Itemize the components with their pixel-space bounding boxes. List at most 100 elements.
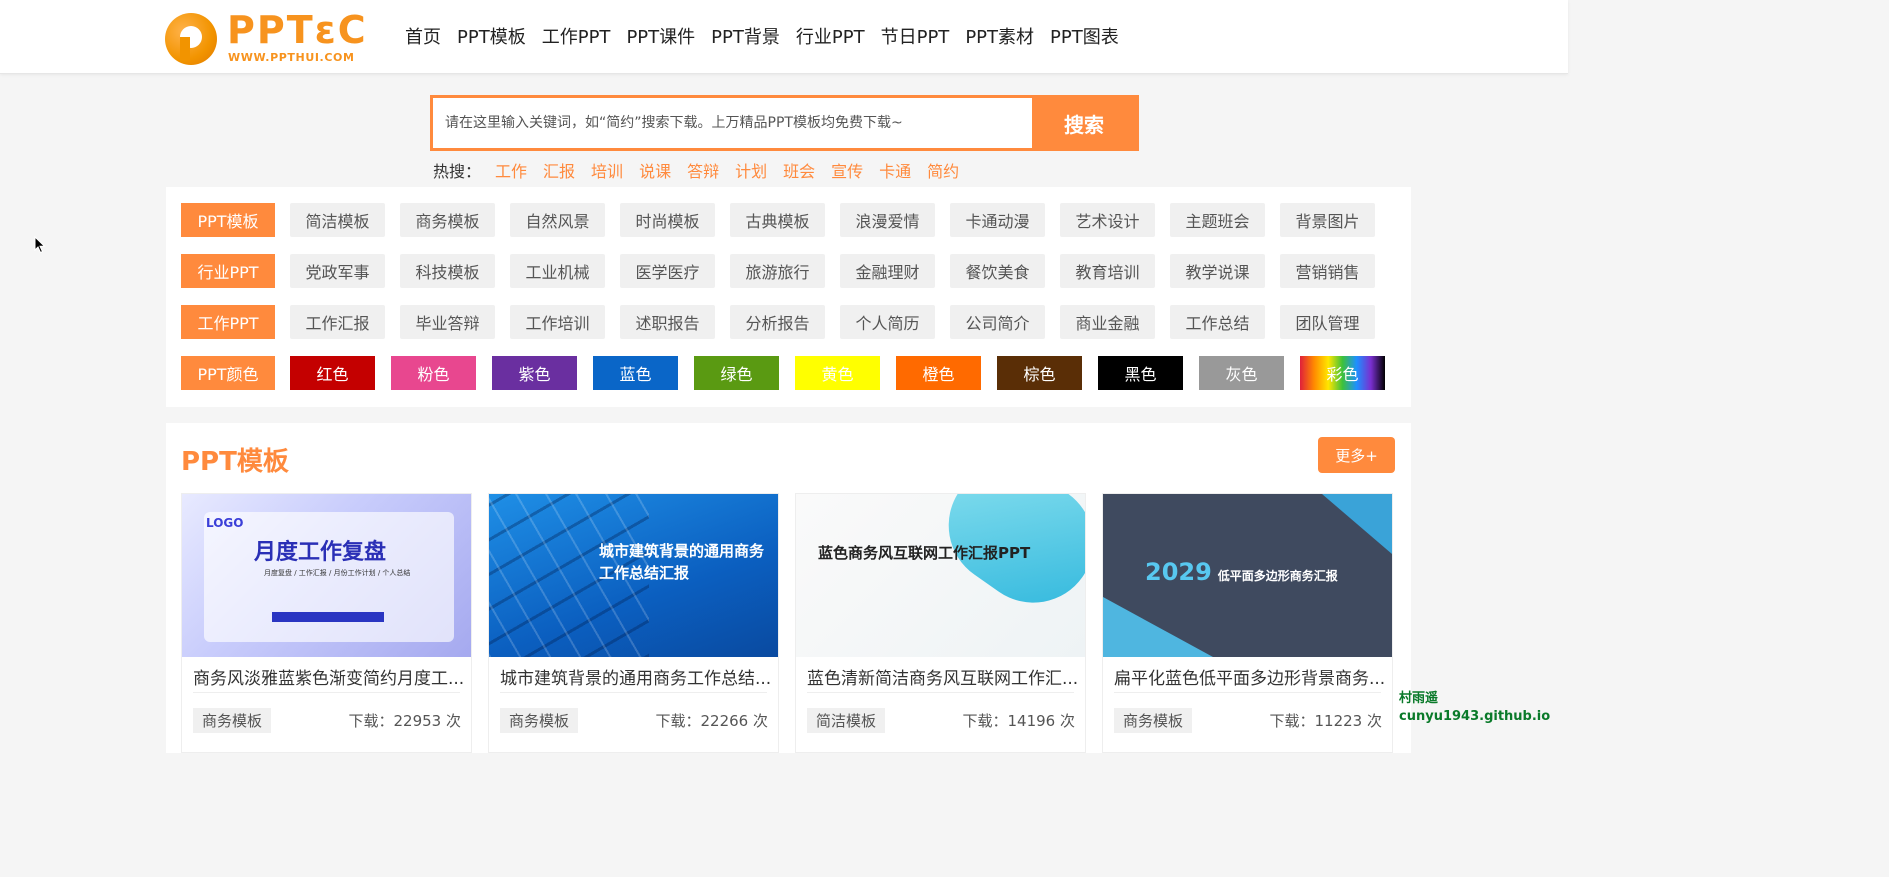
thumbnail-logo: LOGO xyxy=(206,516,244,530)
color-blue[interactable]: 蓝色 xyxy=(593,356,678,390)
template-tag[interactable]: 商务模板 xyxy=(1114,708,1193,733)
template-cards: LOGO 月度工作复盘 月度复盘 / 工作汇报 / 月份工作计划 / 个人总结 … xyxy=(181,493,1409,753)
card-divider xyxy=(1114,692,1381,693)
template-tag[interactable]: 简洁模板 xyxy=(807,708,886,733)
category-item[interactable]: 毕业答辩 xyxy=(400,305,495,339)
search-input[interactable] xyxy=(433,98,1033,148)
nav-item-ppt-charts[interactable]: PPT图表 xyxy=(1050,24,1119,52)
color-row: PPT颜色 红色 粉色 紫色 蓝色 绿色 黄色 橙色 棕色 黑色 灰色 彩色 xyxy=(181,356,1401,390)
category-item[interactable]: 主题班会 xyxy=(1170,203,1265,237)
nav-item-work-ppt[interactable]: 工作PPT xyxy=(542,24,611,52)
nav-item-ppt-templates[interactable]: PPT模板 xyxy=(457,24,526,52)
category-item[interactable]: 个人简历 xyxy=(840,305,935,339)
template-tag[interactable]: 商务模板 xyxy=(193,708,272,733)
logo-mark-icon xyxy=(165,13,217,65)
logo-url: WWW.PPTHUI.COM xyxy=(228,51,355,64)
category-item[interactable]: 科技模板 xyxy=(400,254,495,288)
site-logo[interactable]: PPTɛC WWW.PPTHUI.COM xyxy=(165,10,366,66)
color-green[interactable]: 绿色 xyxy=(694,356,779,390)
category-item[interactable]: 商务模板 xyxy=(400,203,495,237)
template-title[interactable]: 城市建筑背景的通用商务工作总结... xyxy=(500,664,770,689)
category-item[interactable]: 工业机械 xyxy=(510,254,605,288)
category-item[interactable]: 分析报告 xyxy=(730,305,825,339)
category-item[interactable]: 工作汇报 xyxy=(290,305,385,339)
hot-term[interactable]: 卡通 xyxy=(879,161,911,183)
template-card[interactable]: 2029 低平面多边形商务汇报 扁平化蓝色低平面多边形背景商务... 商务模板 下… xyxy=(1102,493,1393,753)
category-item[interactable]: 金融理财 xyxy=(840,254,935,288)
category-item[interactable]: 简洁模板 xyxy=(290,203,385,237)
category-item[interactable]: 教育培训 xyxy=(1060,254,1155,288)
hot-term[interactable]: 说课 xyxy=(639,161,671,183)
thumbnail-subtitle: 月度复盘 / 工作汇报 / 月份工作计划 / 个人总结 xyxy=(264,569,411,577)
color-rainbow[interactable]: 彩色 xyxy=(1300,356,1385,390)
category-item[interactable]: 工作总结 xyxy=(1170,305,1265,339)
category-row-industry: 行业PPT 党政军事 科技模板 工业机械 医学医疗 旅游旅行 金融理财 餐饮美食… xyxy=(181,254,1390,288)
category-item[interactable]: 背景图片 xyxy=(1280,203,1375,237)
template-tag[interactable]: 商务模板 xyxy=(500,708,579,733)
card-divider xyxy=(500,692,767,693)
nav-item-industry-ppt[interactable]: 行业PPT xyxy=(796,24,865,52)
search-box: 搜索 xyxy=(430,95,1139,151)
nav-item-holiday-ppt[interactable]: 节日PPT xyxy=(881,24,950,52)
hot-term[interactable]: 班会 xyxy=(783,161,815,183)
hot-term[interactable]: 简约 xyxy=(927,161,959,183)
watermark: 村雨遥 cunyu1943.github.io xyxy=(1399,690,1550,726)
category-item[interactable]: 浪漫爱情 xyxy=(840,203,935,237)
category-item[interactable]: 工作培训 xyxy=(510,305,605,339)
hot-term[interactable]: 汇报 xyxy=(543,161,575,183)
category-item[interactable]: 旅游旅行 xyxy=(730,254,825,288)
hot-term[interactable]: 计划 xyxy=(735,161,767,183)
template-title[interactable]: 商务风淡雅蓝紫色渐变简约月度工... xyxy=(193,664,463,689)
category-head[interactable]: 工作PPT xyxy=(181,305,275,339)
category-item[interactable]: 时尚模板 xyxy=(620,203,715,237)
template-card[interactable]: LOGO 月度工作复盘 月度复盘 / 工作汇报 / 月份工作计划 / 个人总结 … xyxy=(181,493,472,753)
category-item[interactable]: 自然风景 xyxy=(510,203,605,237)
more-button[interactable]: 更多+ xyxy=(1318,437,1395,473)
hot-term[interactable]: 培训 xyxy=(591,161,623,183)
category-item[interactable]: 古典模板 xyxy=(730,203,825,237)
color-black[interactable]: 黑色 xyxy=(1098,356,1183,390)
template-thumbnail[interactable]: LOGO 月度工作复盘 月度复盘 / 工作汇报 / 月份工作计划 / 个人总结 xyxy=(182,494,471,657)
template-title[interactable]: 扁平化蓝色低平面多边形背景商务... xyxy=(1114,664,1384,689)
category-item[interactable]: 公司简介 xyxy=(950,305,1045,339)
category-item[interactable]: 营销销售 xyxy=(1280,254,1375,288)
category-item[interactable]: 餐饮美食 xyxy=(950,254,1045,288)
category-head[interactable]: PPT模板 xyxy=(181,203,275,237)
nav-item-ppt-materials[interactable]: PPT素材 xyxy=(965,24,1034,52)
color-yellow[interactable]: 黄色 xyxy=(795,356,880,390)
thumbnail-polygon xyxy=(1322,494,1392,554)
category-item[interactable]: 团队管理 xyxy=(1280,305,1375,339)
color-head[interactable]: PPT颜色 xyxy=(181,356,275,390)
category-panel: PPT模板 简洁模板 商务模板 自然风景 时尚模板 古典模板 浪漫爱情 卡通动漫… xyxy=(166,187,1411,407)
color-pink[interactable]: 粉色 xyxy=(391,356,476,390)
search-button[interactable]: 搜索 xyxy=(1032,98,1136,148)
category-head[interactable]: 行业PPT xyxy=(181,254,275,288)
template-thumbnail[interactable]: 蓝色商务风互联网工作汇报PPT xyxy=(796,494,1085,657)
site-header: PPTɛC WWW.PPTHUI.COM 首页 PPT模板 工作PPT PPT课… xyxy=(0,0,1568,74)
hot-term[interactable]: 宣传 xyxy=(831,161,863,183)
nav-item-home[interactable]: 首页 xyxy=(405,24,441,52)
category-item[interactable]: 艺术设计 xyxy=(1060,203,1155,237)
color-purple[interactable]: 紫色 xyxy=(492,356,577,390)
section-title: PPT模板 xyxy=(181,447,289,477)
color-brown[interactable]: 棕色 xyxy=(997,356,1082,390)
category-item[interactable]: 卡通动漫 xyxy=(950,203,1045,237)
category-item[interactable]: 医学医疗 xyxy=(620,254,715,288)
color-red[interactable]: 红色 xyxy=(290,356,375,390)
category-item[interactable]: 述职报告 xyxy=(620,305,715,339)
category-item[interactable]: 商业金融 xyxy=(1060,305,1155,339)
template-card[interactable]: 蓝色商务风互联网工作汇报PPT 蓝色清新简洁商务风互联网工作汇... 简洁模板 … xyxy=(795,493,1086,753)
template-thumbnail[interactable]: 城市建筑背景的通用商务工作总结汇报 xyxy=(489,494,778,657)
category-item[interactable]: 党政军事 xyxy=(290,254,385,288)
template-title[interactable]: 蓝色清新简洁商务风互联网工作汇... xyxy=(807,664,1077,689)
hot-term[interactable]: 答辩 xyxy=(687,161,719,183)
nav-item-ppt-backgrounds[interactable]: PPT背景 xyxy=(711,24,780,52)
category-item[interactable]: 教学说课 xyxy=(1170,254,1265,288)
color-gray[interactable]: 灰色 xyxy=(1199,356,1284,390)
template-card[interactable]: 城市建筑背景的通用商务工作总结汇报 城市建筑背景的通用商务工作总结... 商务模… xyxy=(488,493,779,753)
nav-item-ppt-courseware[interactable]: PPT课件 xyxy=(626,24,695,52)
card-divider xyxy=(193,692,460,693)
color-orange[interactable]: 橙色 xyxy=(896,356,981,390)
template-thumbnail[interactable]: 2029 低平面多边形商务汇报 xyxy=(1103,494,1392,657)
hot-term[interactable]: 工作 xyxy=(495,161,527,183)
